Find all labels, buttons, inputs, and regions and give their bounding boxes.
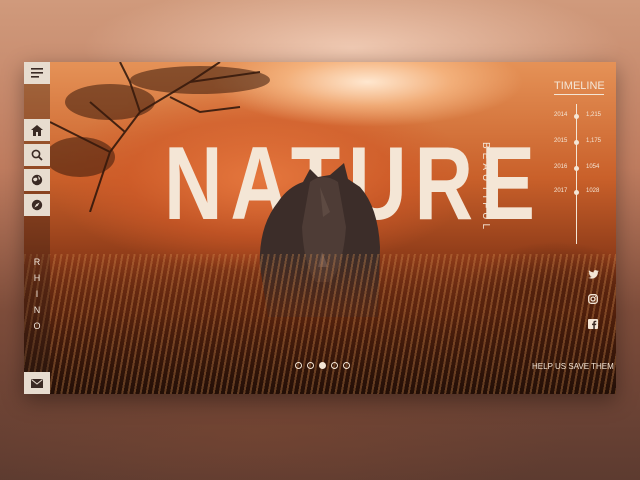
vertical-label-rhino: R H I N O [33, 257, 41, 331]
mail-icon [31, 378, 43, 388]
timeline-title: TIMELINE [554, 80, 605, 95]
globe-button[interactable] [24, 169, 50, 191]
menu-button[interactable] [24, 62, 50, 84]
timeline-entry[interactable]: 2015 1,175 [554, 138, 604, 146]
twitter-link[interactable] [586, 267, 600, 281]
facebook-link[interactable] [586, 317, 600, 331]
slider-dot[interactable] [343, 362, 350, 369]
savanna-grass [24, 254, 616, 394]
home-button[interactable] [24, 119, 50, 141]
hero-subtitle: BEAUTIFUL [480, 142, 491, 234]
slider-dot-active[interactable] [319, 362, 326, 369]
instagram-icon [588, 294, 598, 304]
timeline-entry[interactable]: 2016 1054 [554, 164, 604, 172]
search-icon [31, 149, 43, 161]
facebook-icon [588, 319, 598, 329]
twitter-icon [587, 269, 599, 279]
timeline-entry[interactable]: 2014 1,215 [554, 112, 604, 120]
timeline: TIMELINE 2014 1,215 2015 1,175 2016 1054… [554, 80, 605, 244]
timeline-dot [574, 114, 579, 119]
slider-dot[interactable] [331, 362, 338, 369]
timeline-dot [574, 190, 579, 195]
sidebar: R H I N O [24, 62, 50, 394]
slider-dot[interactable] [295, 362, 302, 369]
menu-icon [31, 68, 43, 78]
timeline-line [576, 104, 577, 244]
compass-icon [31, 199, 43, 211]
instagram-link[interactable] [586, 292, 600, 306]
search-button[interactable] [24, 144, 50, 166]
compass-button[interactable] [24, 194, 50, 216]
globe-icon [31, 174, 43, 186]
timeline-entry[interactable]: 2017 1028 [554, 188, 604, 196]
help-us-save-them-link[interactable]: HELP US SAVE THEM [532, 362, 614, 371]
timeline-dot [574, 166, 579, 171]
slider-pagination [295, 362, 350, 369]
slider-dot[interactable] [307, 362, 314, 369]
mail-button[interactable] [24, 372, 50, 394]
home-icon [31, 124, 43, 136]
timeline-dot [574, 140, 579, 145]
hero-card: NATURE BEAUTIFUL [24, 62, 616, 394]
